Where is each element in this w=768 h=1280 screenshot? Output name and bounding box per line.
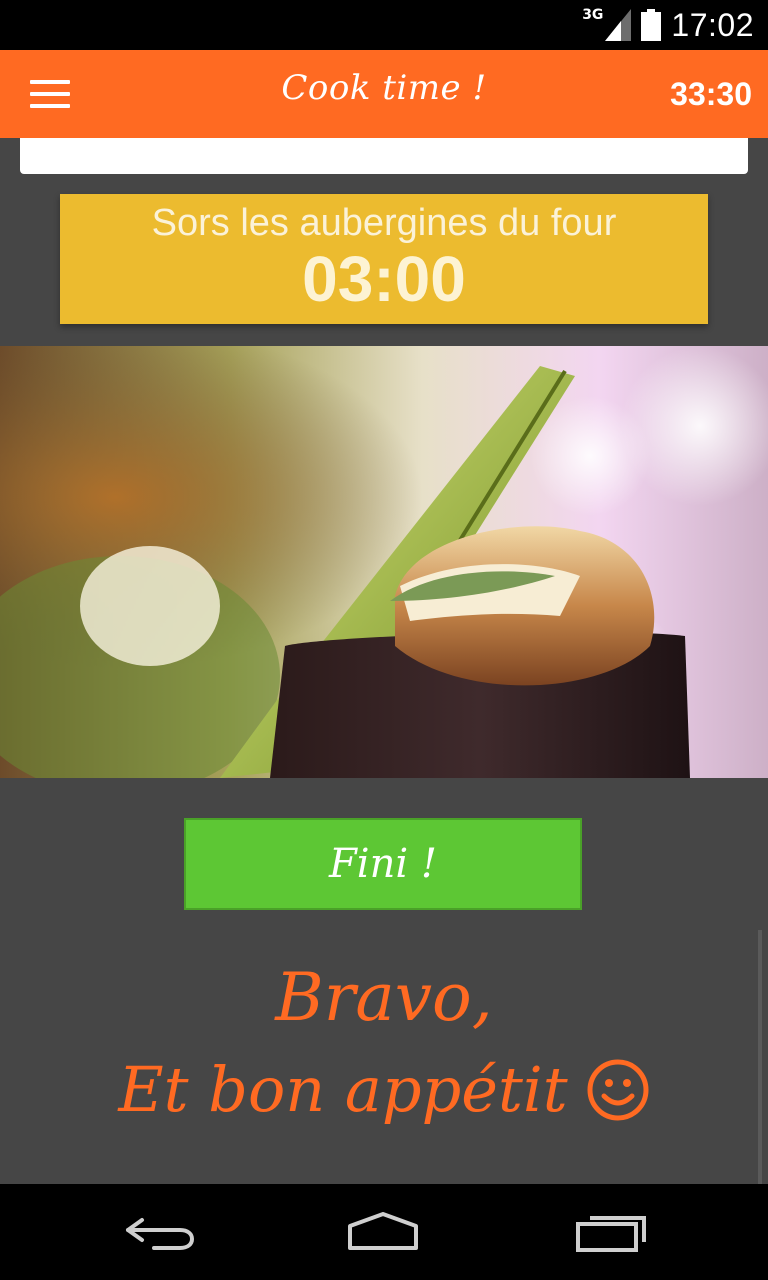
recents-icon[interactable] bbox=[566, 1206, 656, 1258]
congrats-message: Bravo, Et bon appétit bbox=[0, 952, 768, 1136]
congrats-line-2: Et bon appétit bbox=[118, 1053, 568, 1126]
app-bar: Cook time ! 33:30 bbox=[0, 50, 768, 138]
network-type: 3G bbox=[582, 7, 604, 23]
scrollbar[interactable] bbox=[758, 930, 762, 1184]
congrats-line-2-wrapper: Et bon appétit bbox=[118, 1044, 649, 1136]
clock: 17:02 bbox=[671, 6, 754, 43]
status-icons: 3G 17:02 bbox=[582, 0, 754, 50]
smiley-icon bbox=[587, 1059, 649, 1121]
home-icon[interactable] bbox=[338, 1206, 428, 1258]
total-timer: 33:30 bbox=[670, 76, 752, 112]
step-banner: Sors les aubergines du four 03:00 bbox=[60, 194, 708, 324]
battery-icon bbox=[641, 9, 662, 41]
status-bar: 3G 17:02 bbox=[0, 0, 768, 50]
step-instruction: Sors les aubergines du four bbox=[151, 202, 617, 244]
stuffed-eggplant-photo bbox=[0, 346, 768, 778]
app-title: Cook time ! bbox=[281, 68, 487, 108]
finish-button[interactable]: Fini ! bbox=[184, 818, 582, 910]
navigation-bar bbox=[0, 1184, 768, 1280]
congrats-line-1: Bravo, bbox=[275, 959, 493, 1036]
back-icon[interactable] bbox=[114, 1206, 204, 1258]
step-timer: 03:00 bbox=[302, 243, 466, 315]
photo-illustration bbox=[0, 346, 768, 778]
signal-icon bbox=[605, 9, 632, 41]
recipe-card-bottom bbox=[20, 138, 748, 174]
